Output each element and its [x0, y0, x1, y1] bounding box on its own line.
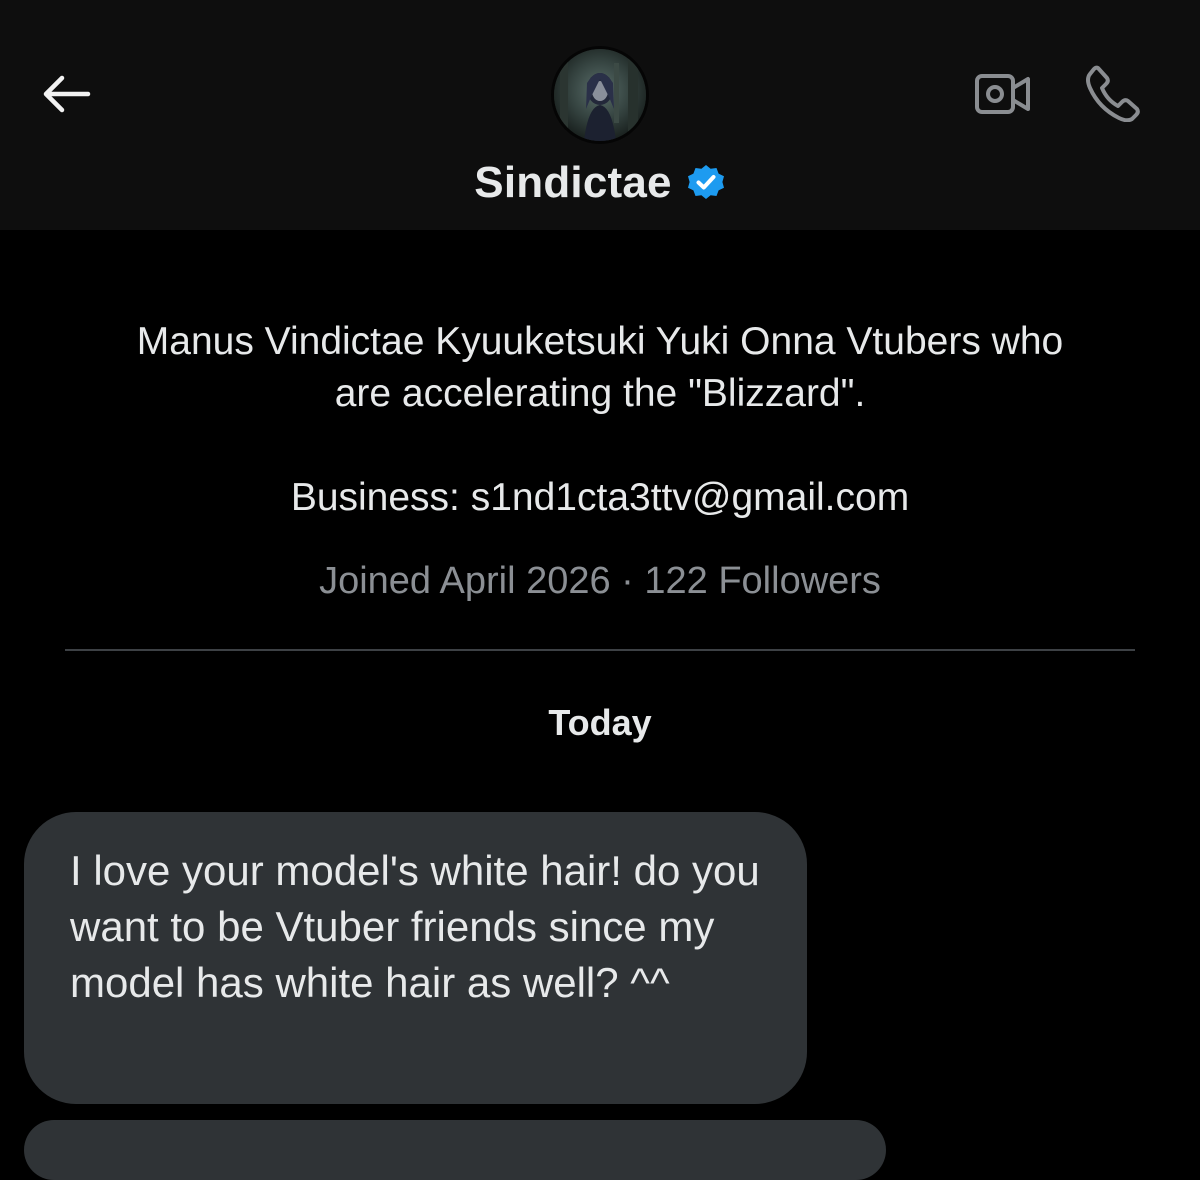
avatar-image — [554, 49, 646, 141]
video-camera-icon — [975, 74, 1030, 114]
avatar[interactable] — [554, 49, 646, 141]
profile-name: Sindictae — [474, 158, 672, 207]
video-call-button[interactable] — [968, 66, 1038, 122]
profile-bio: Manus Vindictae Kyuuketsuki Yuki Onna Vt… — [136, 320, 1064, 519]
phone-icon — [1086, 65, 1140, 122]
arrow-left-icon — [43, 75, 91, 113]
date-separator: Today — [548, 702, 652, 743]
message-text: I love your model's white hair! do you w… — [70, 847, 760, 1006]
profile-meta: Joined April 2026 · 122 Followers — [319, 560, 881, 602]
back-button[interactable] — [36, 66, 96, 122]
audio-call-button[interactable] — [1078, 60, 1148, 126]
divider — [65, 649, 1135, 651]
profile-name-row: Sindictae — [0, 152, 1200, 214]
message-bubble-partial[interactable] — [24, 1120, 886, 1180]
message-bubble[interactable]: I love your model's white hair! do you w… — [24, 812, 807, 1104]
conversation-header: Sindictae — [0, 0, 1200, 230]
verified-badge-icon — [686, 163, 726, 203]
